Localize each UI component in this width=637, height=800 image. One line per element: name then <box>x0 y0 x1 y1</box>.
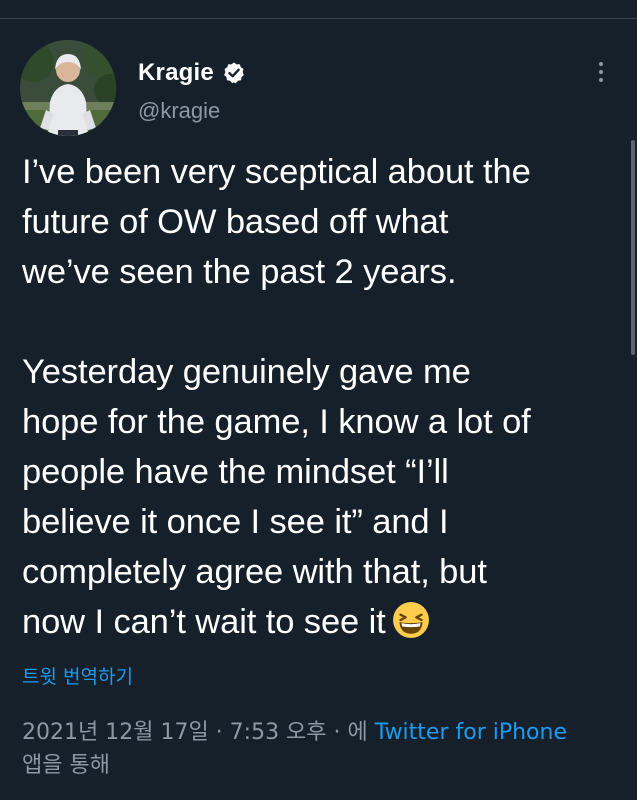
more-options-icon[interactable] <box>588 58 614 86</box>
user-info: Kragie @kragie <box>138 58 246 124</box>
tweet-timestamp[interactable]: 2021년 12월 17일 · 7:53 오후 · <box>22 720 348 745</box>
display-name-row: Kragie <box>138 58 246 88</box>
more-dot <box>599 78 603 82</box>
tweet-line: I’ve been very sceptical about the <box>22 153 531 191</box>
tweet-line: now I can’t wait to see it <box>22 603 386 641</box>
tweet-line: hope for the game, I know a lot of <box>22 403 531 441</box>
user-handle[interactable]: @kragie <box>138 98 246 124</box>
avatar-image <box>20 40 116 136</box>
tweet-line: we’ve seen the past 2 years. <box>22 253 457 291</box>
tweet-line: completely agree with that, but <box>22 553 487 591</box>
tweet-detail-page: Kragie @kragie I’ve been very sceptical … <box>0 0 637 800</box>
divider <box>0 18 637 19</box>
more-dot <box>599 70 603 74</box>
tweet-line-blank <box>22 297 620 347</box>
avatar[interactable] <box>20 40 116 136</box>
tweet-line: future of OW based off what <box>22 203 449 241</box>
via-suffix: 앱을 통해 <box>22 753 110 778</box>
tweet-line: people have the mindset “I’ll <box>22 453 449 491</box>
tweet-metadata: 2021년 12월 17일 · 7:53 오후 · 에 Twitter for … <box>22 716 622 782</box>
scrollbar[interactable] <box>631 140 635 355</box>
tweet-line: Yesterday genuinely gave me <box>22 353 471 391</box>
tweet-line-last: now I can’t wait to see it <box>22 597 620 647</box>
grinning-squinting-face-icon <box>392 602 429 638</box>
verified-badge-icon <box>224 62 244 84</box>
tweet-text: I’ve been very sceptical about the futur… <box>22 147 620 647</box>
more-dot <box>599 62 603 66</box>
tweet-line: believe it once I see it” and I <box>22 503 449 541</box>
display-name[interactable]: Kragie <box>138 59 214 87</box>
client-source-link[interactable]: Twitter for iPhone <box>375 720 567 745</box>
translate-tweet-link[interactable]: 트윗 번역하기 <box>22 662 133 689</box>
via-label: 에 <box>347 720 375 745</box>
